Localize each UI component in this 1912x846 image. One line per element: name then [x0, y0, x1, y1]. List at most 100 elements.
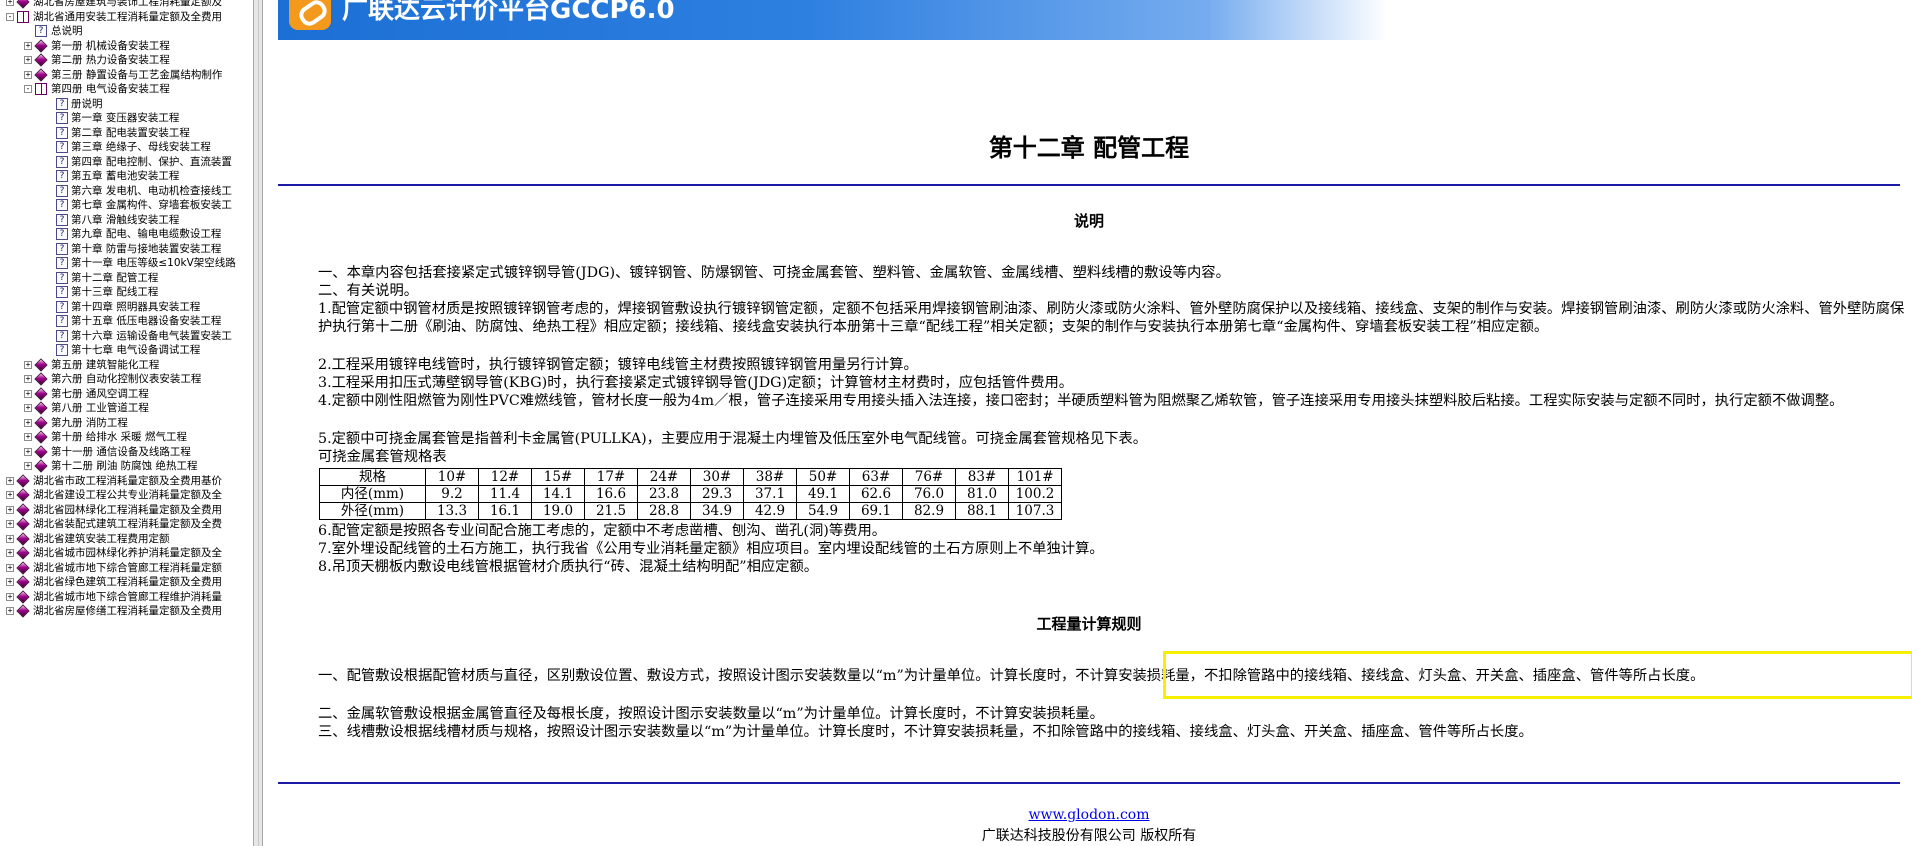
tree-node[interactable]: + 第二册 热力设备安装工程: [0, 53, 253, 67]
spec-table-caption: 可挠金属套管规格表: [318, 449, 447, 465]
tree-node[interactable]: ? 第四章 配电控制、保护、直流装置: [0, 155, 253, 169]
expand-icon[interactable]: +: [6, 0, 14, 6]
tree-node-label: 第十章 防雷与接地装置安装工程: [71, 242, 222, 255]
table-cell: 38#: [743, 468, 797, 486]
help-page-icon: ?: [56, 329, 68, 342]
expand-icon[interactable]: +: [24, 360, 32, 369]
tree-splitter[interactable]: [253, 0, 263, 846]
expand-icon[interactable]: +: [6, 520, 14, 528]
tree-node[interactable]: + 第七册 通风空调工程: [0, 386, 253, 401]
tree-node[interactable]: + 湖北省园林绿化工程消耗量定额及全费用: [0, 502, 253, 517]
book-icon: [16, 560, 30, 575]
glodon-logo-icon: [289, 0, 331, 30]
chapter-title: 第十二章 配管工程: [988, 133, 1190, 162]
expand-icon[interactable]: +: [24, 418, 32, 427]
tree-node[interactable]: + 湖北省城市地下综合管廊工程维护消耗量: [0, 589, 253, 604]
expand-icon[interactable]: +: [24, 375, 32, 383]
header-banner: 广联达云计价平台GCCP6.0: [278, 0, 1778, 40]
table-cell: 37.1: [743, 485, 797, 503]
tree-node[interactable]: + 湖北省城市园林绿化养护消耗量定额及全: [0, 546, 253, 560]
tree-node[interactable]: + 湖北省房屋修缮工程消耗量定额及全费用: [0, 604, 253, 618]
expand-icon[interactable]: +: [24, 462, 32, 470]
tree-node[interactable]: + 湖北省房屋建筑与装饰工程消耗量定额及: [0, 0, 253, 9]
book-icon: [34, 386, 48, 401]
tree-node[interactable]: ? 第十四章 照明器具安装工程: [0, 300, 253, 314]
expand-icon[interactable]: +: [6, 578, 14, 586]
book-icon: [34, 357, 48, 372]
table-cell: 54.9: [796, 502, 850, 520]
table-cell: 10#: [425, 468, 479, 486]
tree-node[interactable]: - 湖北省通用安装工程消耗量定额及全费用: [0, 10, 253, 24]
expand-icon[interactable]: +: [24, 447, 32, 456]
tree-node[interactable]: ? 第十七章 电气设备调试工程: [0, 343, 253, 357]
tree-node-label: 总说明: [51, 25, 83, 37]
expand-icon[interactable]: +: [24, 389, 32, 398]
table-cell: 23.8: [637, 485, 691, 503]
tree-node[interactable]: ? 第十五章 低压电器设备安装工程: [0, 314, 253, 328]
expand-icon[interactable]: +: [6, 549, 14, 557]
rule-para: 二、金属软管敷设根据金属管直径及每根长度，按照设计图示安装数量以“m”为计量单位…: [318, 706, 1104, 722]
tree-node[interactable]: + 第三册 静置设备与工艺金属结构制作: [0, 67, 253, 82]
expand-icon[interactable]: +: [6, 563, 14, 572]
tree-node[interactable]: ? 第十章 防雷与接地装置安装工程: [0, 242, 253, 256]
expand-icon[interactable]: +: [6, 534, 14, 543]
expand-icon[interactable]: +: [6, 607, 14, 615]
table-cell: 101#: [1008, 468, 1062, 486]
tree-node[interactable]: + 湖北省装配式建筑工程消耗量定额及全费: [0, 517, 253, 531]
tree-node[interactable]: + 第一册 机械设备安装工程: [0, 38, 253, 53]
tree-node[interactable]: ? 第二章 配电装置安装工程: [0, 126, 253, 140]
expand-icon[interactable]: +: [24, 404, 32, 412]
tree-node[interactable]: ? 册说明: [0, 97, 253, 111]
tree-node-label: 第七章 金属构件、穿墙套板安装工: [71, 199, 232, 211]
tree-node[interactable]: + 第十二册 刷油 防腐蚀 绝热工程: [0, 459, 253, 473]
content-pane: 广联达云计价平台GCCP6.0 第十二章 配管工程 说明 一、本章内容包括套接紧…: [263, 0, 1912, 846]
book-icon: [16, 517, 30, 531]
help-page-icon: ?: [56, 126, 68, 139]
expand-icon[interactable]: +: [24, 41, 32, 50]
help-page-icon: ?: [56, 155, 68, 168]
tree-node[interactable]: ? 第一章 变压器安装工程: [0, 111, 253, 125]
tree-node[interactable]: ? 第五章 蓄电池安装工程: [0, 169, 253, 183]
tree-node[interactable]: ? 总说明: [0, 24, 253, 38]
tree-node[interactable]: ? 第十三章 配线工程: [0, 285, 253, 299]
tree-node[interactable]: + 湖北省建筑安装工程费用定额: [0, 531, 253, 546]
tree-node[interactable]: + 第十一册 通信设备及线路工程: [0, 444, 253, 459]
tree-node[interactable]: - 第四册 电气设备安装工程: [0, 82, 253, 96]
expand-icon[interactable]: +: [24, 56, 32, 64]
tree-node[interactable]: + 湖北省城市地下综合管廊工程消耗量定额: [0, 560, 253, 575]
tree-node[interactable]: + 第十册 给排水 采暖 燃气工程: [0, 430, 253, 444]
tree-node-label: 第七册 通风空调工程: [51, 387, 149, 400]
expand-icon[interactable]: +: [24, 433, 32, 441]
tree-node[interactable]: + 第六册 自动化控制仪表安装工程: [0, 372, 253, 386]
tree-node[interactable]: + 湖北省建设工程公共专业消耗量定额及全: [0, 488, 253, 502]
desc-para: 6.配管定额是按照各专业间配合施工考虑的，定额中不考虑凿槽、刨沟、凿孔(洞)等费…: [318, 523, 887, 539]
tree-node[interactable]: ? 第十六章 运输设备电气装置安装工: [0, 329, 253, 343]
book-icon: [16, 531, 30, 546]
collapse-icon[interactable]: -: [6, 12, 14, 21]
expand-icon[interactable]: +: [6, 491, 14, 499]
collapse-icon[interactable]: -: [24, 85, 32, 93]
tree-node[interactable]: ? 第六章 发电机、电动机检查接线工: [0, 184, 253, 198]
tree-node-label: 第九章 配电、输电电缆敷设工程: [71, 228, 222, 240]
tree-node[interactable]: ? 第三章 绝缘子、母线安装工程: [0, 140, 253, 154]
open-book-icon: [35, 83, 47, 95]
tree-node[interactable]: ? 第八章 滑触线安装工程: [0, 213, 253, 227]
expand-icon[interactable]: +: [6, 592, 14, 601]
tree-node[interactable]: + 第九册 消防工程: [0, 415, 253, 430]
tree-node-label: 湖北省城市地下综合管廊工程消耗量定额: [33, 561, 222, 574]
expand-icon[interactable]: +: [6, 505, 14, 514]
tree-node[interactable]: ? 第十一章 电压等级≤10kV架空线路: [0, 256, 253, 270]
book-icon: [34, 372, 48, 386]
tree-node[interactable]: ? 第七章 金属构件、穿墙套板安装工: [0, 198, 253, 212]
tree-node[interactable]: + 第五册 建筑智能化工程: [0, 357, 253, 372]
brand-title: 广联达云计价平台GCCP6.0: [342, 0, 675, 25]
footer-link[interactable]: www.glodon.com: [278, 807, 1900, 823]
tree-node[interactable]: + 第八册 工业管道工程: [0, 401, 253, 415]
tree-node[interactable]: ? 第九章 配电、输电电缆敷设工程: [0, 227, 253, 241]
expand-icon[interactable]: +: [24, 70, 32, 79]
tree-node[interactable]: + 湖北省市政工程消耗量定额及全费用基价: [0, 473, 253, 488]
expand-icon[interactable]: +: [6, 476, 14, 485]
tree-node[interactable]: + 湖北省绿色建筑工程消耗量定额及全费用: [0, 575, 253, 589]
table-cell: 76.0: [902, 485, 956, 503]
tree-node[interactable]: ? 第十二章 配管工程: [0, 271, 253, 285]
